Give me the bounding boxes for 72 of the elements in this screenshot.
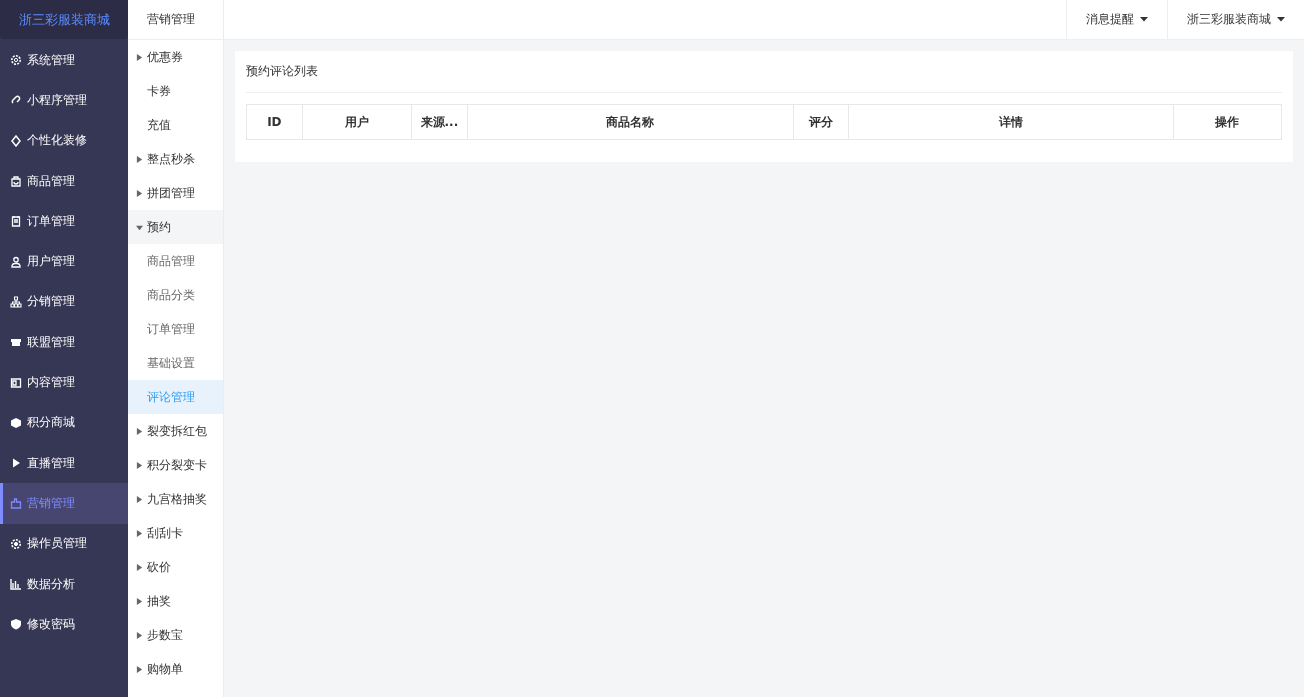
submenu-item[interactable]: 优惠券 <box>128 40 223 74</box>
sidebar-item[interactable]: 内容管理 <box>0 362 128 403</box>
caret-right-icon <box>136 529 143 537</box>
caret-right-icon <box>136 597 143 605</box>
panel-title: 预约评论列表 <box>246 51 1282 93</box>
table-header-cell: 商品名称 <box>466 105 793 139</box>
caret-right-icon <box>136 189 143 197</box>
chart-icon <box>10 578 22 590</box>
sidebar-item[interactable]: 订单管理 <box>0 201 128 242</box>
brand-logo-text[interactable]: 浙三彩服装商城 <box>0 0 128 39</box>
play-icon <box>10 457 22 470</box>
tree-icon <box>10 295 22 308</box>
submenu-item[interactable]: 商品分类 <box>128 278 223 312</box>
submenu-item[interactable]: 商品管理 <box>128 244 223 278</box>
table-header-cell: 评分 <box>792 105 848 139</box>
sidebar-item[interactable]: 分销管理 <box>0 281 128 323</box>
sidebar-item[interactable]: 操作员管理 <box>0 523 128 564</box>
caret-right-icon <box>136 53 143 61</box>
caret-right-icon <box>136 631 143 639</box>
submenu-item[interactable]: 基础设置 <box>128 346 223 380</box>
store-icon <box>10 336 22 349</box>
submenu-item[interactable]: 积分裂变卡 <box>128 448 223 482</box>
submenu-item[interactable]: 整点秒杀 <box>128 142 223 176</box>
sidebar-item[interactable]: 修改密码 <box>0 604 128 645</box>
caret-right-icon <box>136 155 143 163</box>
sidebar-item[interactable]: 用户管理 <box>0 241 128 282</box>
submenu-item[interactable]: 购物单 <box>128 652 223 686</box>
caret-down-icon <box>1277 17 1285 22</box>
table-header-cell: 来源... <box>411 105 467 139</box>
caret-right-icon <box>136 563 143 571</box>
sidebar-item[interactable]: 系统管理 <box>0 40 128 81</box>
submenu-item[interactable]: 抽奖 <box>128 584 223 618</box>
sidebar-item[interactable]: 直播管理 <box>0 442 128 484</box>
sidebar-item[interactable]: 积分商城 <box>0 402 128 443</box>
sidebar-item[interactable]: 个性化装修 <box>0 120 128 161</box>
submenu-title: 营销管理 <box>128 0 223 40</box>
submenu-item[interactable]: 拼团管理 <box>128 176 223 210</box>
topbar-dropdown[interactable]: 浙三彩服装商城 <box>1167 0 1304 39</box>
caret-down-icon <box>1140 17 1148 22</box>
diamond-icon <box>10 134 22 147</box>
person-icon <box>10 255 22 268</box>
table-header-cell: 用户 <box>301 105 412 139</box>
topbar-dropdown[interactable]: 消息提醒 <box>1066 0 1167 39</box>
sidebar-item[interactable]: 数据分析 <box>0 563 128 605</box>
submenu-item[interactable]: 砍价 <box>128 550 223 584</box>
sidebar-item[interactable]: 商品管理 <box>0 160 128 202</box>
submenu-item[interactable]: 步数宝 <box>128 618 223 652</box>
shield-icon <box>10 618 22 631</box>
table-header-cell-text: ID <box>266 114 283 131</box>
caret-right-icon <box>136 665 143 673</box>
cube-icon <box>10 416 22 429</box>
caret-right-icon <box>136 427 143 435</box>
caret-right-icon <box>136 495 143 503</box>
submenu-item[interactable]: 充值 <box>128 108 223 142</box>
caret-down-icon <box>136 223 143 231</box>
sidebar-item[interactable]: 联盟管理 <box>0 322 128 363</box>
caret-right-icon <box>136 461 143 469</box>
sidebar-item[interactable]: 小程序管理 <box>0 80 128 121</box>
submenu-item[interactable]: 刮刮卡 <box>128 516 223 550</box>
submenu-item[interactable]: 九宫格抽奖 <box>128 482 223 516</box>
table-header-cell: 操作 <box>1172 105 1282 139</box>
submenu-item[interactable]: 裂变拆红包 <box>128 414 223 448</box>
cog-icon <box>10 537 22 550</box>
bag-icon <box>10 175 22 188</box>
submenu-item[interactable]: 卡券 <box>128 74 223 108</box>
link-icon <box>10 94 22 107</box>
table-header-cell: 详情 <box>847 105 1173 139</box>
panel-icon <box>10 376 22 389</box>
gear-icon <box>10 54 22 67</box>
submenu-item[interactable]: 预约 <box>128 210 223 244</box>
clipboard-icon <box>10 215 22 228</box>
submenu-item[interactable]: 订单管理 <box>128 312 223 346</box>
